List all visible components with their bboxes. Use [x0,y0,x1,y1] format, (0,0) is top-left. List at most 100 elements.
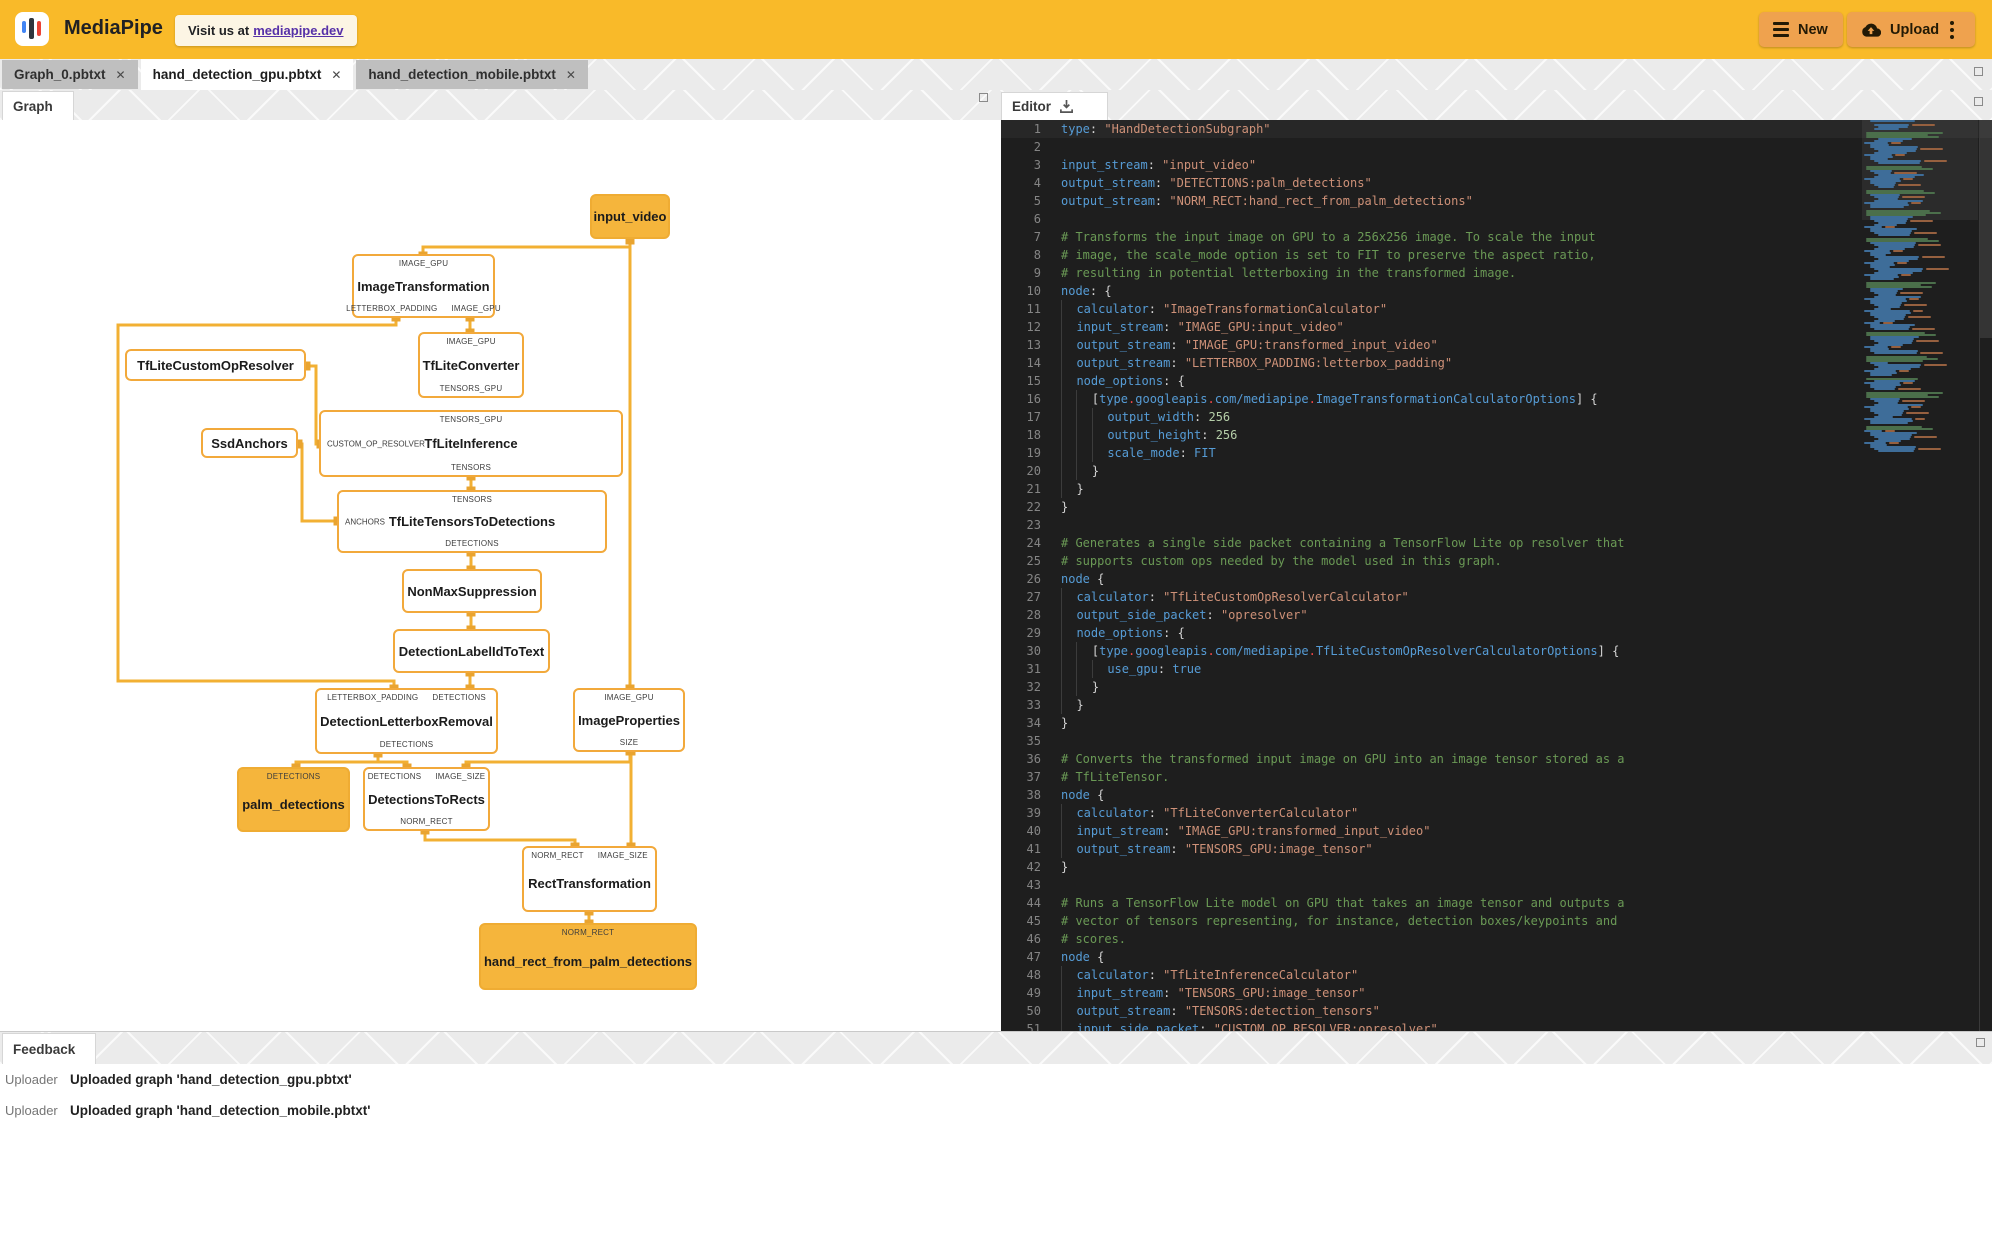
maximize-editor-pane-button[interactable] [1974,97,1983,106]
line-number: 50 [1026,1004,1041,1018]
code-line: 31 use_gpu: true [1001,660,1992,678]
close-tab-icon[interactable]: ✕ [331,68,341,82]
code-line: 43 [1001,876,1992,894]
graph-node-ImageProperties[interactable]: IMAGE_GPU ImageProperties SIZE [573,688,685,752]
upload-more-icon[interactable] [1950,20,1955,39]
editor-minimap[interactable] [1862,120,1978,1031]
line-number: 13 [1026,338,1041,352]
line-number: 3 [1033,158,1041,172]
code-line: 23 [1001,516,1992,534]
code-line: 49 input_stream: "TENSORS_GPU:image_tenso… [1001,984,1992,1002]
line-number: 14 [1026,356,1041,370]
code-line: 44 # Runs a TensorFlow Lite model on GPU … [1001,894,1992,912]
node-title: DetectionLetterboxRemoval [320,713,493,729]
graph-node-ImageTransformation[interactable]: IMAGE_GPU ImageTransformation LETTERBOX_PA… [346,254,501,318]
file-tab-1[interactable]: hand_detection_gpu.pbtxt ✕ [140,59,354,90]
graph-canvas[interactable]: input_video IMAGE_GPU ImageTransformation L… [0,120,1001,1031]
line-number: 34 [1026,716,1041,730]
code-lines[interactable]: 1 type: "HandDetectionSubgraph" 2 3 input_st… [1001,120,1992,1031]
code-line: 35 [1001,732,1992,750]
graph-node-DetectionLetterboxRemoval[interactable]: LETTERBOX_PADDING DETECTIONS DetectionLett… [315,688,498,754]
editor-scrollbar[interactable] [1980,120,1992,338]
node-title: NonMaxSuppression [407,583,537,599]
port-labels: DETECTIONS [445,539,499,548]
node-title: palm_detections [242,796,345,812]
code-line: 40 input_stream: "IMAGE_GPU:transformed_i… [1001,822,1992,840]
maximize-tabs-button[interactable] [1974,67,1983,76]
code-line: 5 output_stream: "NORM_RECT:hand_rect_fro… [1001,192,1992,210]
graph-node-TfLiteInference[interactable]: TENSORS_GPU TfLiteInference TENSORS CUSTOM_… [319,410,623,477]
graph-node-TfLiteCustomOpResolver[interactable]: TfLiteCustomOpResolver [125,349,306,381]
graph-node-TfLiteTensorsToDetections[interactable]: TENSORS TfLiteTensorsToDetections DETECTIO… [337,490,607,553]
graph-node-RectTransformation[interactable]: NORM_RECT IMAGE_SIZE RectTransformation [522,846,657,912]
code-line: 38 node { [1001,786,1992,804]
port-labels: DETECTIONS IMAGE_SIZE [367,772,486,781]
port-label-left: CUSTOM_OP_RESOLVER [327,439,425,448]
line-number: 40 [1026,824,1041,838]
line-number: 16 [1026,392,1041,406]
graph-node-SsdAnchors[interactable]: SsdAnchors [201,428,298,458]
tab-feedback[interactable]: Feedback [2,1033,96,1064]
port-labels: NORM_RECT [561,928,615,937]
code-line: 21} [1001,480,1992,498]
graph-node-TfLiteConverter[interactable]: IMAGE_GPU TfLiteConverter TENSORS_GPU [418,332,524,398]
tab-graph[interactable]: Graph [2,91,74,120]
code-line: 36 # Converts the transformed input image… [1001,750,1992,768]
graph-node-NonMaxSuppression[interactable]: NonMaxSuppression [402,569,542,613]
editor-tab-label: Editor [1012,99,1051,114]
code-line: 48 calculator: "TfLiteInferenceCalculator… [1001,966,1992,984]
feedback-row: Uploader Uploaded graph 'hand_detection_m… [0,1095,1992,1126]
code-editor[interactable]: 1 type: "HandDetectionSubgraph" 2 3 input_st… [1001,120,1992,1031]
graph-node-input_video[interactable]: input_video [590,194,670,239]
code-line: 20} [1001,462,1992,480]
line-number: 4 [1033,176,1041,190]
close-tab-icon[interactable]: ✕ [566,68,576,82]
tab-editor[interactable]: Editor [1001,92,1108,120]
app-title: MediaPipe [64,17,163,39]
mediapipe-dev-link[interactable]: mediapipe.dev [253,23,343,38]
line-number: 12 [1026,320,1041,334]
port-labels: DETECTIONS [379,740,434,749]
line-number: 28 [1026,608,1041,622]
close-tab-icon[interactable]: ✕ [116,68,126,82]
file-tab-0[interactable]: Graph_0.pbtxt ✕ [2,60,138,89]
graph-node-hand_rect_from_palm_detections[interactable]: NORM_RECT hand_rect_from_palm_detections [479,923,697,990]
visit-prefix: Visit us at [188,23,250,38]
graph-node-DetectionLabelIdToText[interactable]: DetectionLabelIdToText [393,629,550,673]
download-icon[interactable] [1059,99,1074,114]
line-number: 5 [1033,194,1041,208]
port-labels: TENSORS_GPU [439,384,503,393]
cloud-upload-icon [1862,23,1881,37]
maximize-feedback-pane-button[interactable] [1976,1038,1985,1047]
line-number: 1 [1033,122,1041,136]
code-line: 18 output_height: 256 [1001,426,1992,444]
file-tab-label: hand_detection_mobile.pbtxt [368,67,556,82]
code-line: 33} [1001,696,1992,714]
code-line: 14 output_stream: "LETTERBOX_PADDING:lett… [1001,354,1992,372]
file-tab-label: hand_detection_gpu.pbtxt [152,67,322,82]
maximize-graph-pane-button[interactable] [979,93,988,102]
code-line: 25 # supports custom ops needed by the mo… [1001,552,1992,570]
code-line: 30 [type.googleapis.com/mediapipe.TfLiteC… [1001,642,1992,660]
code-line: 19 scale_mode: FIT [1001,444,1992,462]
code-line: 39 calculator: "TfLiteConverterCalculator… [1001,804,1992,822]
new-button-label: New [1798,21,1828,38]
feedback-source: Uploader [5,1072,58,1087]
new-button[interactable]: New [1759,12,1843,47]
feedback-message: Uploaded graph 'hand_detection_mobile.pb… [70,1103,371,1118]
port-labels: LETTERBOX_PADDING IMAGE_GPU [346,304,501,313]
panel-tab-strip: Graph Editor [0,90,1992,120]
graph-node-DetectionsToRects[interactable]: DETECTIONS IMAGE_SIZE DetectionsToRects NOR… [363,767,490,831]
graph-node-palm_detections[interactable]: DETECTIONS palm_detections [237,767,350,832]
line-number: 45 [1026,914,1041,928]
line-number: 44 [1026,896,1041,910]
code-line: 17 output_width: 256 [1001,408,1992,426]
line-number: 8 [1033,248,1041,262]
code-line: 7 # Transforms the input image on GPU to … [1001,228,1992,246]
upload-button[interactable]: Upload [1847,12,1975,47]
menu-icon [1773,22,1789,37]
line-number: 7 [1033,230,1041,244]
header-bar: MediaPipe Visit us at mediapipe.dev New … [0,0,1992,59]
code-line: 46 # scores. [1001,930,1992,948]
file-tab-2[interactable]: hand_detection_mobile.pbtxt ✕ [356,60,588,89]
